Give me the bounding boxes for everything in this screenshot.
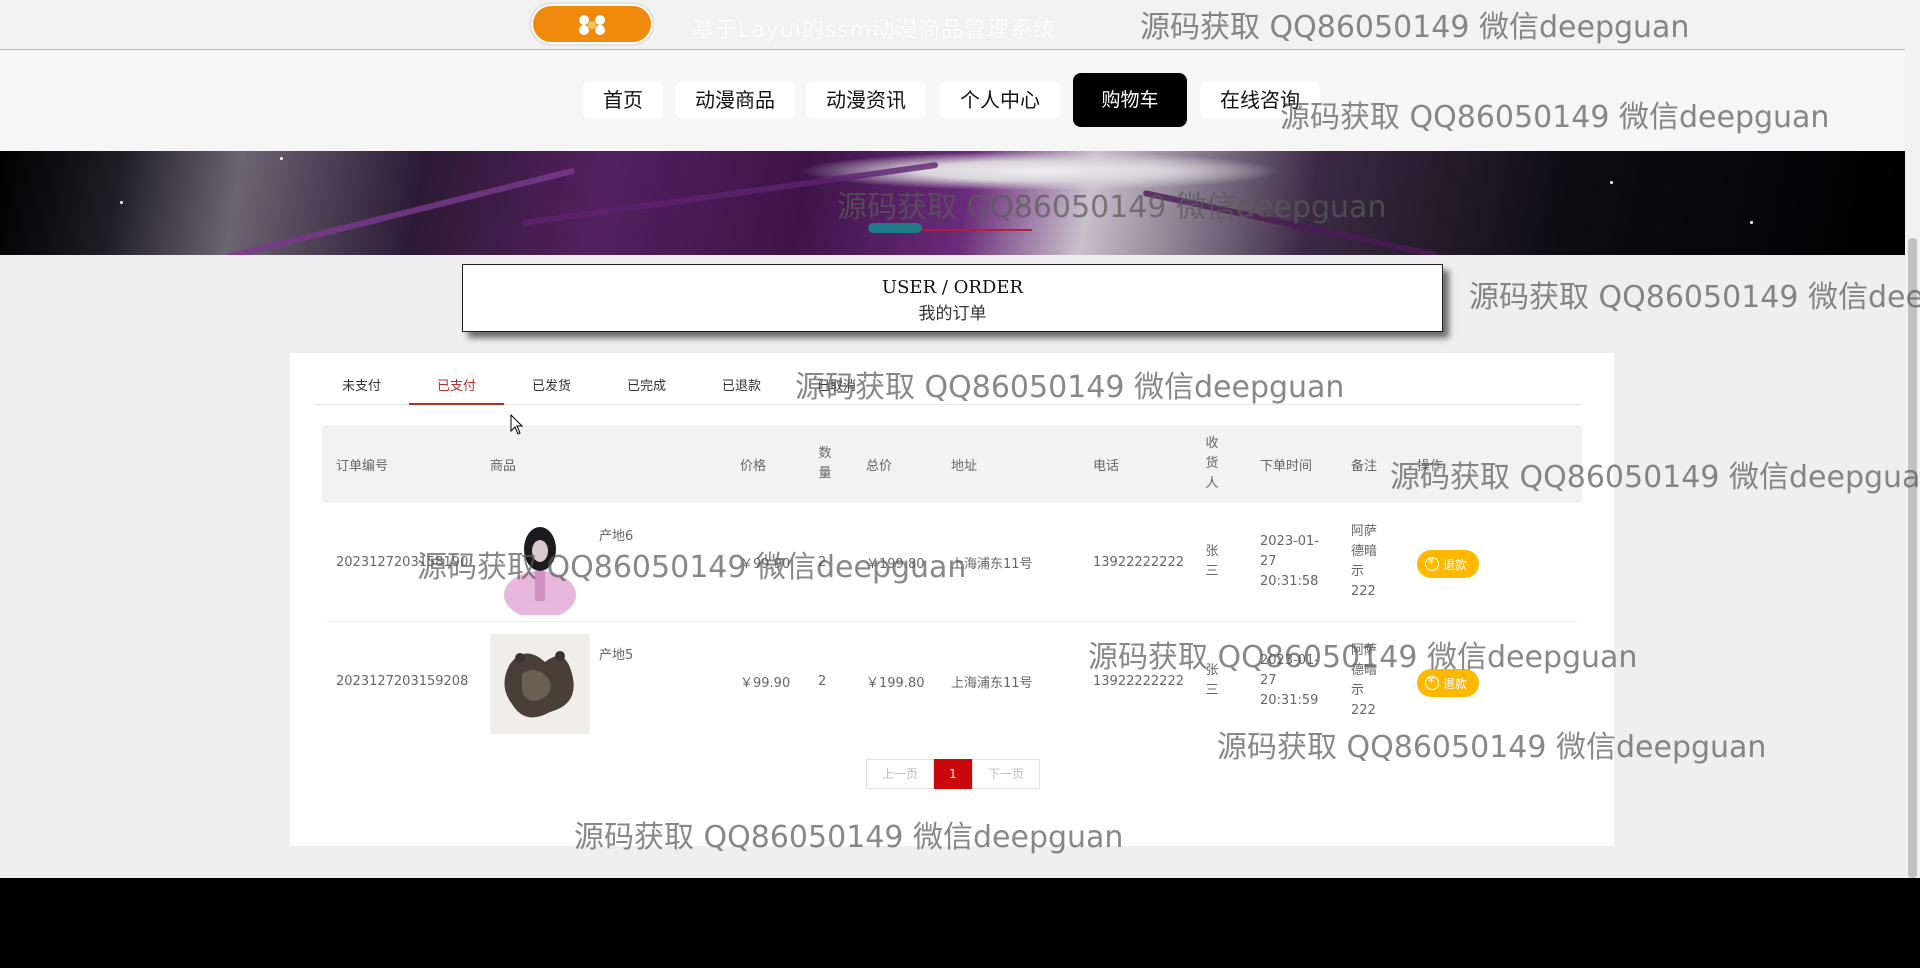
total-price: ￥199.80	[866, 675, 925, 691]
col-order-time: 下单时间	[1260, 458, 1313, 474]
refund-icon	[1425, 556, 1439, 571]
nav-item-home[interactable]: 首页	[583, 82, 663, 118]
price: ￥99.90	[740, 675, 791, 691]
tab-unpaid[interactable]: 未支付	[314, 369, 409, 405]
order-status-tabs: 未支付 已支付 已发货 已完成 已退款 已取消	[314, 369, 1582, 405]
refund-button[interactable]: 退款	[1417, 669, 1480, 697]
product-name[interactable]: 产地6	[599, 525, 633, 544]
next-page-button[interactable]: 下一页	[972, 759, 1040, 789]
banner-indicator-line	[922, 229, 1032, 231]
remark: 阿萨德暗示222	[1351, 524, 1378, 599]
receiver: 张三	[1205, 544, 1219, 579]
pagination: 上一页 1 下一页	[866, 759, 1040, 789]
orders-panel: 未支付 已支付 已发货 已完成 已退款 已取消 订单编号 商品 价格 数量 总价…	[290, 353, 1614, 846]
quantity: 2	[818, 673, 827, 689]
nav-item-news[interactable]: 动漫资讯	[806, 82, 926, 118]
col-price: 价格	[740, 458, 767, 474]
order-number: 2023127203158190	[336, 554, 469, 570]
tab-refunded[interactable]: 已退款	[694, 369, 789, 405]
col-quantity: 数量	[818, 446, 832, 481]
orders-table: 订单编号 商品 价格 数量 总价 地址 电话 收货人 下单时间 备注 操作 20…	[322, 425, 1582, 739]
main-nav: 首页 动漫商品 动漫资讯 个人中心 购物车 在线咨询	[0, 51, 1905, 151]
order-title-en: USER / ORDER	[881, 277, 1024, 298]
total-price: ￥199.80	[866, 556, 925, 572]
vertical-scrollbar[interactable]	[1905, 0, 1920, 878]
banner-indicator-active[interactable]	[868, 223, 922, 233]
scrollbar-thumb[interactable]	[1908, 238, 1917, 878]
tab-paid[interactable]: 已支付	[409, 369, 504, 405]
site-logo[interactable]	[529, 2, 655, 46]
product-name[interactable]: 产地5	[599, 644, 633, 663]
prev-page-button[interactable]: 上一页	[866, 759, 934, 789]
receiver: 张三	[1205, 663, 1219, 698]
current-page[interactable]: 1	[934, 759, 972, 789]
product-image[interactable]	[490, 634, 590, 734]
nav-item-cart[interactable]: 购物车	[1073, 73, 1187, 127]
phone: 13922222222	[1093, 554, 1184, 570]
refund-button[interactable]: 退款	[1417, 550, 1480, 578]
col-phone: 电话	[1093, 458, 1120, 474]
tab-completed[interactable]: 已完成	[599, 369, 694, 405]
order-title-cn: 我的订单	[918, 304, 987, 324]
site-title: 基于Layui的ssm动漫商品管理系统	[692, 18, 1057, 43]
top-header: 基于Layui的ssm动漫商品管理系统	[0, 0, 1905, 50]
price: ￥99.90	[740, 556, 791, 572]
col-address: 地址	[951, 458, 978, 474]
refund-icon	[1425, 675, 1439, 690]
address: 上海浦东11号	[951, 675, 1033, 691]
order-time: 2023-01-27 20:31:59	[1260, 653, 1320, 708]
refund-label: 退款	[1443, 676, 1468, 691]
quantity: 2	[818, 554, 827, 570]
table-row: 2023127203158190 产地6 ￥99.90 2 ￥199.80 上海…	[322, 503, 1582, 621]
tab-cancelled[interactable]: 已取消	[789, 369, 884, 405]
order-title-card: USER / ORDER 我的订单	[462, 264, 1443, 332]
col-remark: 备注	[1351, 458, 1378, 474]
table-row: 2023127203159208 产地5 ￥99.90 2 ￥199.80 上海…	[322, 621, 1582, 739]
address: 上海浦东11号	[951, 556, 1033, 572]
banner-image	[0, 151, 1905, 255]
tab-shipped[interactable]: 已发货	[504, 369, 599, 405]
col-product: 商品	[490, 458, 517, 474]
nav-item-products[interactable]: 动漫商品	[675, 82, 795, 118]
col-total: 总价	[866, 458, 893, 474]
mouse-cursor-icon	[510, 414, 524, 435]
table-header: 订单编号 商品 价格 数量 总价 地址 电话 收货人 下单时间 备注 操作	[322, 425, 1582, 503]
page-footer	[0, 878, 1920, 968]
nav-item-consult[interactable]: 在线咨询	[1200, 82, 1320, 118]
phone: 13922222222	[1093, 673, 1184, 689]
col-receiver: 收货人	[1205, 436, 1219, 491]
logo-flower-icon	[579, 15, 605, 35]
nav-item-user-center[interactable]: 个人中心	[940, 82, 1060, 118]
order-number: 2023127203159208	[336, 673, 469, 689]
order-time: 2023-01-27 20:31:58	[1260, 534, 1320, 589]
col-action: 操作	[1417, 458, 1444, 474]
watermark: 源码获取 QQ86050149 微信deepguan	[1469, 280, 1920, 315]
refund-label: 退款	[1443, 557, 1468, 572]
col-order-no: 订单编号	[336, 458, 389, 474]
product-image[interactable]	[490, 515, 590, 615]
remark: 阿萨德暗示222	[1351, 643, 1378, 718]
